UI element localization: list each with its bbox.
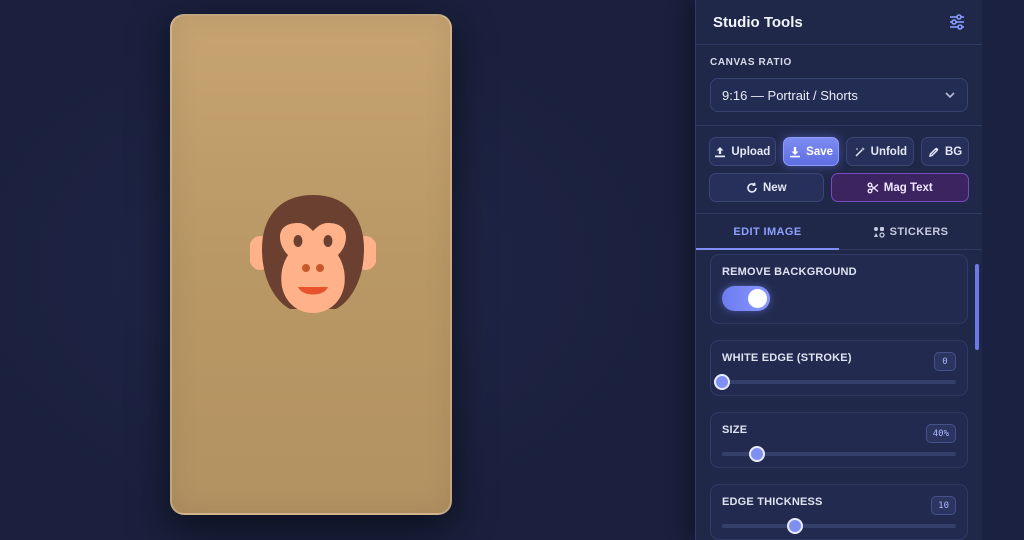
tab-stickers-label: STICKERS	[889, 225, 949, 238]
eyedropper-icon	[928, 146, 939, 157]
sliders-icon[interactable]	[948, 13, 966, 31]
white-edge-slider[interactable]	[714, 374, 956, 390]
unfold-button[interactable]: Unfold	[846, 137, 915, 166]
chevron-down-icon	[945, 92, 955, 99]
canvas-preview[interactable]	[170, 14, 452, 515]
panel-title: Studio Tools	[713, 13, 803, 31]
edge-thickness-slider[interactable]	[722, 518, 956, 534]
size-label: SIZE	[722, 424, 748, 436]
edit-controls: REMOVE BACKGROUND WHITE EDGE (STROKE) 0 …	[696, 250, 982, 540]
toggle-knob	[748, 289, 767, 308]
edge-thickness-label: EDGE THICKNESS	[722, 496, 823, 508]
edge-thickness-value: 10	[931, 496, 956, 515]
upload-icon	[715, 146, 726, 157]
size-slider[interactable]	[722, 446, 956, 462]
remove-background-label: REMOVE BACKGROUND	[722, 266, 857, 278]
white-edge-label: WHITE EDGE (STROKE)	[722, 352, 852, 364]
download-icon	[790, 146, 801, 157]
canvas-ratio-select[interactable]: 9:16 — Portrait / Shorts	[710, 78, 968, 112]
studio-tools-panel: Studio Tools CANVAS RATIO 9:16 — Portrai…	[695, 0, 982, 540]
canvas-stage	[0, 0, 695, 540]
remove-background-card: REMOVE BACKGROUND	[710, 254, 968, 324]
scrollbar-thumb[interactable]	[975, 264, 979, 350]
upload-label: Upload	[731, 145, 771, 158]
monkey-sticker[interactable]	[250, 191, 376, 317]
magic-wand-icon	[855, 146, 865, 157]
remove-background-toggle[interactable]	[722, 286, 770, 311]
save-label: Save	[806, 145, 834, 158]
panel-tabs: EDIT IMAGE STICKERS	[696, 214, 982, 250]
tab-edit-image-label: EDIT IMAGE	[733, 225, 802, 238]
refresh-icon	[747, 182, 757, 193]
bg-button[interactable]: BG	[921, 137, 969, 166]
mag-text-label: Mag Text	[883, 181, 933, 194]
save-button[interactable]: Save	[782, 137, 840, 166]
white-edge-value: 0	[934, 352, 956, 371]
mag-text-button[interactable]: Mag Text	[830, 173, 969, 202]
action-buttons: Upload Save Unfold BG New Mag Text	[696, 126, 982, 214]
edge-thickness-card: EDGE THICKNESS 10	[710, 484, 968, 540]
size-value: 40%	[925, 424, 956, 443]
new-button[interactable]: New	[709, 173, 824, 202]
upload-button[interactable]: Upload	[709, 137, 776, 166]
tab-edit-image[interactable]: EDIT IMAGE	[696, 214, 839, 249]
size-slider-thumb[interactable]	[749, 446, 766, 462]
tab-stickers[interactable]: STICKERS	[839, 214, 982, 249]
new-label: New	[762, 181, 787, 194]
scissors-icon	[867, 182, 879, 193]
bg-label: BG	[944, 145, 963, 158]
stickers-icon	[873, 226, 885, 238]
edge-thickness-slider-thumb[interactable]	[786, 518, 803, 534]
size-card: SIZE 40%	[710, 412, 968, 468]
canvas-ratio-label: CANVAS RATIO	[710, 57, 792, 68]
canvas-ratio-section: CANVAS RATIO 9:16 — Portrait / Shorts	[696, 45, 982, 126]
background-margin	[982, 0, 1024, 540]
panel-header: Studio Tools	[696, 0, 982, 45]
unfold-label: Unfold	[870, 145, 908, 158]
white-edge-card: WHITE EDGE (STROKE) 0	[710, 340, 968, 396]
white-edge-slider-thumb[interactable]	[714, 374, 730, 390]
canvas-ratio-value: 9:16 — Portrait / Shorts	[722, 87, 858, 103]
